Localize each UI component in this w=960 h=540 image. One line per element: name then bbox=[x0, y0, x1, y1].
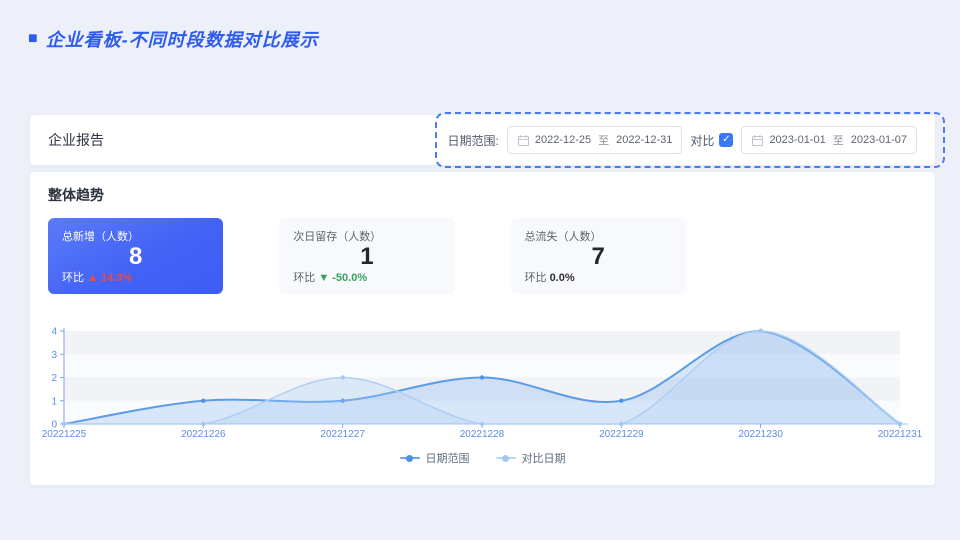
date-range-input-compare[interactable]: 2023-01-01 至 2023-01-07 bbox=[741, 126, 917, 154]
svg-text:20221231: 20221231 bbox=[878, 429, 923, 440]
stat-label: 总新增（人数） bbox=[62, 231, 139, 243]
svg-text:1: 1 bbox=[51, 396, 57, 407]
date-controls: 日期范围: 2022-12-25 至 2022-12-31 对比 ✓ 2023-… bbox=[434, 112, 945, 168]
svg-text:20221227: 20221227 bbox=[320, 429, 365, 440]
svg-text:20221230: 20221230 bbox=[738, 429, 783, 440]
legend-label: 日期范围 bbox=[425, 453, 470, 465]
trend-card: 整体趋势 总新增（人数） 8 环比 ▲ 14.3% 次日留存（人数） 1 环比 … bbox=[30, 172, 935, 485]
svg-text:20221226: 20221226 bbox=[181, 429, 226, 440]
date-end-primary: 2022-12-31 bbox=[616, 134, 673, 146]
page-title: ■ 企业看板-不同时段数据对比展示 bbox=[28, 26, 319, 52]
report-title: 企业报告 bbox=[48, 132, 104, 148]
legend-item-date-range[interactable]: 日期范围 bbox=[399, 450, 470, 466]
stat-label: 总流失（人数） bbox=[524, 231, 602, 243]
stat-card-churn[interactable]: 总流失（人数） 7 环比 0.0% bbox=[510, 218, 686, 294]
stat-card-empty bbox=[742, 218, 917, 294]
calendar-icon bbox=[517, 134, 530, 147]
svg-text:2: 2 bbox=[51, 373, 57, 384]
compare-toggle-group: 对比 ✓ bbox=[690, 132, 734, 149]
trend-chart[interactable]: 0 1 2 3 4 20221225 20221226 20221227 20221228 202… bbox=[42, 324, 923, 466]
date-separator: 至 bbox=[832, 135, 844, 147]
date-range-input-primary[interactable]: 2022-12-25 至 2022-12-31 bbox=[506, 126, 683, 154]
date-separator: 至 bbox=[598, 135, 610, 147]
date-end-compare: 2023-01-07 bbox=[850, 134, 907, 146]
page-title-text: 企业看板-不同时段数据对比展示 bbox=[45, 30, 319, 50]
legend-item-compare-date[interactable]: 对比日期 bbox=[495, 450, 566, 466]
stat-value: 7 bbox=[591, 242, 605, 270]
stat-delta: 环比 0.0% bbox=[524, 272, 575, 284]
line-series-marker-icon bbox=[495, 454, 516, 462]
compare-checkbox[interactable]: ✓ bbox=[719, 133, 734, 147]
stats-row: 总新增（人数） 8 环比 ▲ 14.3% 次日留存（人数） 1 环比 ▼ -50… bbox=[48, 218, 917, 294]
title-bullet-icon: ■ bbox=[28, 30, 39, 47]
section-title: 整体趋势 bbox=[48, 187, 104, 203]
chart-legend: 日期范围 对比日期 bbox=[48, 450, 917, 466]
date-start-compare: 2023-01-01 bbox=[769, 134, 826, 146]
stat-card-retention[interactable]: 次日留存（人数） 1 环比 ▼ -50.0% bbox=[279, 218, 455, 294]
stat-delta: 环比 ▼ -50.0% bbox=[293, 272, 368, 284]
dashboard-page: ■ 企业看板-不同时段数据对比展示 企业报告 日期范围: 2022-12-25 … bbox=[0, 0, 960, 540]
stat-label: 次日留存（人数） bbox=[293, 231, 382, 243]
compare-label: 对比 bbox=[690, 133, 715, 148]
line-series-marker-icon bbox=[399, 454, 420, 462]
stat-value: 8 bbox=[128, 242, 143, 270]
calendar-icon bbox=[751, 134, 764, 147]
stat-delta: 环比 ▲ 14.3% bbox=[62, 272, 133, 284]
svg-text:3: 3 bbox=[51, 350, 57, 361]
stat-card-new-users[interactable]: 总新增（人数） 8 环比 ▲ 14.3% bbox=[48, 218, 224, 294]
svg-text:20221228: 20221228 bbox=[460, 429, 505, 440]
svg-text:20221229: 20221229 bbox=[599, 429, 644, 440]
trend-chart-canvas[interactable]: 0 1 2 3 4 20221225 20221226 20221227 20221228 202… bbox=[42, 324, 923, 442]
stat-value: 1 bbox=[360, 242, 374, 270]
legend-label: 对比日期 bbox=[521, 453, 566, 465]
svg-text:20221225: 20221225 bbox=[42, 429, 87, 440]
report-header-card: 企业报告 日期范围: 2022-12-25 至 2022-12-31 对比 ✓ bbox=[30, 112, 945, 168]
svg-text:4: 4 bbox=[51, 327, 57, 338]
date-range-label: 日期范围: bbox=[447, 133, 499, 148]
date-start-primary: 2022-12-25 bbox=[534, 134, 592, 146]
